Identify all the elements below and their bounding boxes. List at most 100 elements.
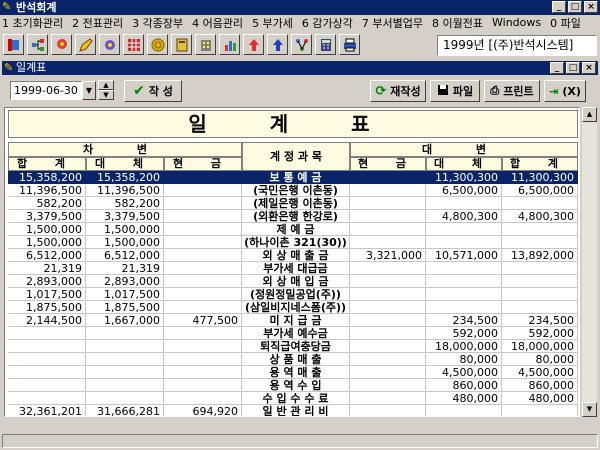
account-name-cell: 일 반 관 리 비 [242, 405, 350, 416]
table-row[interactable]: 상 품 매 출 80,000 80,000 [8, 353, 578, 366]
date-dropdown-icon[interactable]: ▼ [82, 81, 96, 100]
child-maximize-button[interactable]: □ [566, 62, 580, 74]
debit-transfer-cell: 2,893,000 [86, 275, 164, 288]
table-row[interactable]: 3,379,500 3,379,500 (외환은행 한강로) 4,800,300 4,8… [8, 210, 578, 223]
debit-total-cell: 1,500,000 [8, 223, 86, 236]
table-row[interactable]: 1,500,000 1,500,000 (하나이촌 321(30)) [8, 236, 578, 249]
table-row[interactable]: 용 역 매 출 4,500,000 4,500,000 [8, 366, 578, 379]
credit-transfer-cell: 480,000 [426, 392, 502, 405]
table-row[interactable]: 부가세 예수금 592,000 592,000 [8, 327, 578, 340]
debit-cash-cell [164, 184, 242, 197]
table-row[interactable]: 582,200 582,200 (제일은행 이촌동) [8, 197, 578, 210]
menu-windows[interactable]: Windows [492, 16, 541, 29]
scroll-up-icon[interactable]: ▲ [582, 107, 597, 122]
debit-cash-cell [164, 392, 242, 405]
table-row[interactable]: 2,144,500 1,667,000 477,500 미 지 급 금 234,500 2… [8, 314, 578, 327]
table-row[interactable]: 수 입 수 수 료 480,000 480,000 [8, 392, 578, 405]
vertical-scrollbar[interactable]: ▲ ▼ [582, 107, 597, 417]
refresh-icon: ⟳ [375, 83, 387, 99]
debit-cash-cell [164, 236, 242, 249]
menu-bills[interactable]: 4 어음관리 [192, 15, 243, 31]
close-button[interactable]: × [584, 1, 598, 13]
app-title: 반석회계 [16, 1, 57, 14]
chart-icon[interactable] [219, 34, 240, 55]
table-row[interactable]: 2,893,000 2,893,000 외 상 매 입 금 [8, 275, 578, 288]
table-row[interactable]: 퇴직급여충당금 18,000,000 18,000,000 [8, 340, 578, 353]
credit-transfer-cell: 80,000 [426, 353, 502, 366]
gear-icon[interactable] [99, 34, 120, 55]
credit-transfer-cell [426, 288, 502, 301]
print-button[interactable]: ⎙ 프린트 [484, 80, 540, 102]
table-row[interactable]: 1,017,500 1,017,500 (정원정밀공업(주)) [8, 288, 578, 301]
menu-voucher[interactable]: 2 전표관리 [72, 15, 123, 31]
coin-icon[interactable] [147, 34, 168, 55]
account-name-cell: 보 통 예 금 [242, 171, 350, 184]
minimize-button[interactable]: _ [552, 1, 566, 13]
scroll-down-icon[interactable]: ▼ [582, 402, 597, 417]
menu-depreciation[interactable]: 6 감가상각 [302, 15, 353, 31]
debit-total-cell: 21,319 [8, 262, 86, 275]
debit-cash-cell [164, 301, 242, 314]
debit-cash-header: 현 금 [164, 157, 242, 171]
credit-transfer-cell: 10,571,000 [426, 249, 502, 262]
credit-cash-cell [350, 392, 426, 405]
menu-file[interactable]: 0 파일 [550, 15, 581, 31]
table-row[interactable]: 1,500,000 1,500,000 제 예 금 [8, 223, 578, 236]
table-row[interactable]: 32,361,201 31,666,281 694,920 일 반 관 리 비 [8, 405, 578, 416]
building-icon[interactable] [195, 34, 216, 55]
menu-carryover[interactable]: 8 이월전표 [432, 15, 483, 31]
folder-icon[interactable] [3, 34, 24, 55]
menu-ledgers[interactable]: 3 각종장부 [132, 15, 183, 31]
credit-cash-cell [350, 236, 426, 249]
child-close-button[interactable]: × [582, 62, 596, 74]
debit-transfer-cell: 3,379,500 [86, 210, 164, 223]
debit-transfer-cell [86, 340, 164, 353]
spin-up-icon[interactable]: ▲ [98, 80, 114, 90]
arrow-up-red-icon[interactable] [243, 34, 264, 55]
credit-transfer-cell [426, 236, 502, 249]
credit-total-cell [502, 236, 578, 249]
credit-transfer-cell [426, 223, 502, 236]
debit-cash-cell: 477,500 [164, 314, 242, 327]
account-name-cell: (국민은행 이촌동) [242, 184, 350, 197]
menu-init[interactable]: 1 초기화관리 [2, 15, 63, 31]
table-row[interactable]: 6,512,000 6,512,000 외 상 매 출 금 3,321,000 10,5… [8, 249, 578, 262]
credit-total-cell: 11,300,300 [502, 171, 578, 184]
child-minimize-button[interactable]: _ [550, 62, 564, 74]
arrow-up-blue-icon[interactable] [267, 34, 288, 55]
account-name-cell: 부가세 대급금 [242, 262, 350, 275]
credit-total-cell: 860,000 [502, 379, 578, 392]
credit-cash-cell [350, 301, 426, 314]
book-icon[interactable] [171, 34, 192, 55]
rewrite-button[interactable]: ⟳ 재작성 [370, 80, 426, 102]
credit-transfer-cell: 11,300,300 [426, 171, 502, 184]
network-icon[interactable] [291, 34, 312, 55]
credit-total-cell: 6,500,000 [502, 184, 578, 197]
menu-department[interactable]: 7 부서별업무 [362, 15, 423, 31]
printer-icon[interactable] [339, 34, 360, 55]
maximize-button[interactable]: □ [568, 1, 582, 13]
credit-cash-cell [350, 210, 426, 223]
date-input[interactable]: 1999-06-30 [10, 81, 82, 100]
table-row[interactable]: 11,396,500 11,396,500 (국민은행 이촌동) 6,500,000 6… [8, 184, 578, 197]
table-row[interactable]: 용 역 수 입 860,000 860,000 [8, 379, 578, 392]
tree-icon[interactable] [27, 34, 48, 55]
debit-transfer-cell [86, 353, 164, 366]
table-row[interactable]: 1,875,500 1,875,500 (삼일비지네스폼(주)) [8, 301, 578, 314]
account-name-cell: 용 역 수 입 [242, 379, 350, 392]
rewrite-label: 재작성 [390, 85, 421, 98]
debit-cash-cell [164, 197, 242, 210]
debit-transfer-cell: 1,500,000 [86, 223, 164, 236]
write-button[interactable]: ✔ 작 성 [124, 80, 182, 102]
table-row[interactable]: 15,358,200 15,358,200 보 통 예 금 11,300,300 11,… [8, 171, 578, 184]
table-row[interactable]: 21,319 21,319 부가세 대급금 [8, 262, 578, 275]
calculator-icon[interactable] [315, 34, 336, 55]
file-button[interactable]: 파일 [430, 80, 480, 102]
balloon-icon[interactable] [51, 34, 72, 55]
exit-button[interactable]: ⇥ (X) [544, 80, 586, 102]
spin-down-icon[interactable]: ▼ [98, 90, 114, 100]
date-spinner[interactable]: ▲ ▼ [98, 80, 114, 101]
menu-vat[interactable]: 5 부가세 [252, 15, 293, 31]
pencil-icon[interactable] [75, 34, 96, 55]
grid-icon[interactable] [123, 34, 144, 55]
